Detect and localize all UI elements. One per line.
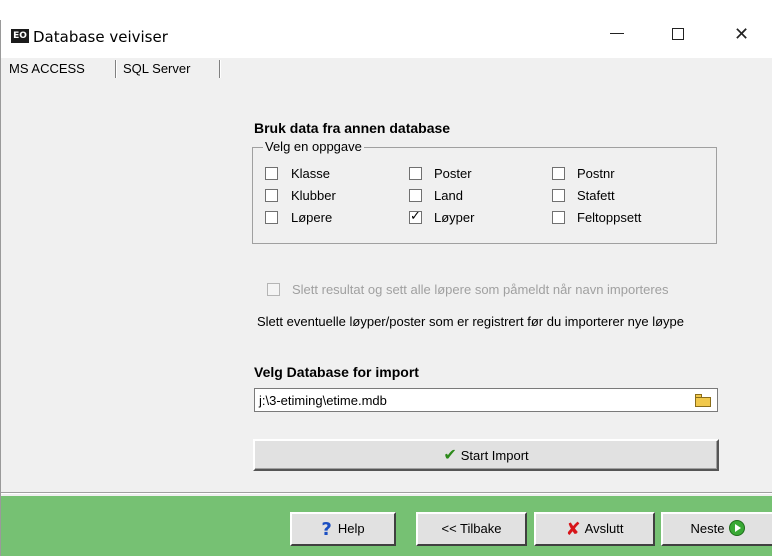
checkbox-label: Land	[434, 188, 463, 203]
task-group-label: Velg en oppgave	[263, 139, 364, 154]
background-app-strip	[0, 0, 772, 20]
close-button[interactable]: ✕	[715, 20, 767, 50]
checkbox-label: Klubber	[291, 188, 336, 203]
checkbox-lopere[interactable]	[265, 211, 278, 224]
minimize-icon	[610, 33, 624, 34]
next-arrow-icon	[729, 520, 746, 536]
checkbox-slett-resultat[interactable]	[267, 283, 280, 296]
checkbox-poster[interactable]	[409, 167, 422, 180]
exit-x-icon: ✘	[565, 519, 581, 540]
tab-divider	[219, 60, 221, 78]
database-path-value: j:\3-etiming\etime.mdb	[259, 393, 387, 408]
checkbox-label: Feltoppsett	[577, 210, 642, 225]
checkbox-label: Løpere	[291, 210, 333, 225]
window-title: Database veiviser	[33, 28, 168, 46]
app-icon: EO	[11, 29, 29, 43]
tab-ms-access[interactable]: MS ACCESS	[9, 60, 85, 80]
checkbox-klubber[interactable]	[265, 189, 278, 202]
maximize-icon	[672, 28, 684, 40]
section-title: Bruk data fra annen database	[254, 120, 451, 136]
checkbox-label: Postnr	[577, 166, 615, 181]
database-path-field[interactable]: j:\3-etiming\etime.mdb	[254, 388, 718, 412]
folder-open-icon	[695, 397, 711, 407]
checkbox-label: Klasse	[291, 166, 331, 181]
help-icon: ?	[321, 519, 332, 540]
next-label: Neste	[690, 521, 725, 536]
exit-button[interactable]: ✘ Avslutt	[534, 512, 655, 546]
checkbox-label: Poster	[434, 166, 472, 181]
exit-label: Avslutt	[584, 521, 624, 536]
checkbox-feltoppsett[interactable]	[552, 211, 565, 224]
back-label: << Tilbake	[441, 521, 502, 536]
checkbox-land[interactable]	[409, 189, 422, 202]
maximize-button[interactable]	[653, 20, 705, 50]
start-import-button[interactable]: ✔ Start Import	[253, 439, 719, 471]
help-button[interactable]: ? Help	[290, 512, 396, 546]
tab-divider	[115, 60, 117, 78]
checkbox-label-disabled: Slett resultat og sett alle løpere som p…	[292, 282, 669, 297]
checkbox-loyper[interactable]	[409, 209, 422, 224]
import-section-title: Velg Database for import	[254, 364, 419, 380]
close-icon: ✕	[734, 24, 750, 45]
start-import-label: Start Import	[460, 448, 529, 463]
back-button[interactable]: << Tilbake	[416, 512, 527, 546]
checkbox-klasse[interactable]	[265, 167, 278, 180]
start-import-content: ✔ Start Import	[255, 441, 717, 469]
check-icon: ✔	[443, 445, 457, 464]
info-text: Slett eventuelle løyper/poster som er re…	[257, 314, 684, 329]
next-button[interactable]: Neste	[661, 512, 772, 546]
checkbox-stafett[interactable]	[552, 189, 565, 202]
tab-sql-server[interactable]: SQL Server	[123, 60, 190, 80]
database-wizard-window: EO Database veiviser ✕ MS ACCESS SQL Ser…	[0, 20, 772, 556]
browse-folder-button[interactable]	[693, 391, 713, 409]
checkbox-postnr[interactable]	[552, 167, 565, 180]
help-label: Help	[337, 521, 365, 536]
main-panel: Bruk data fra annen database Velg en opp…	[1, 80, 772, 492]
footer-bar: ? Help << Tilbake ✘ Avslutt Neste	[1, 496, 772, 556]
checkbox-label: Stafett	[577, 188, 615, 203]
checkbox-label: Løyper	[434, 210, 475, 225]
minimize-button[interactable]	[591, 20, 643, 50]
tab-strip: MS ACCESS SQL Server	[1, 58, 772, 80]
footer-divider	[1, 492, 772, 494]
title-bar[interactable]: EO Database veiviser ✕	[1, 20, 772, 58]
